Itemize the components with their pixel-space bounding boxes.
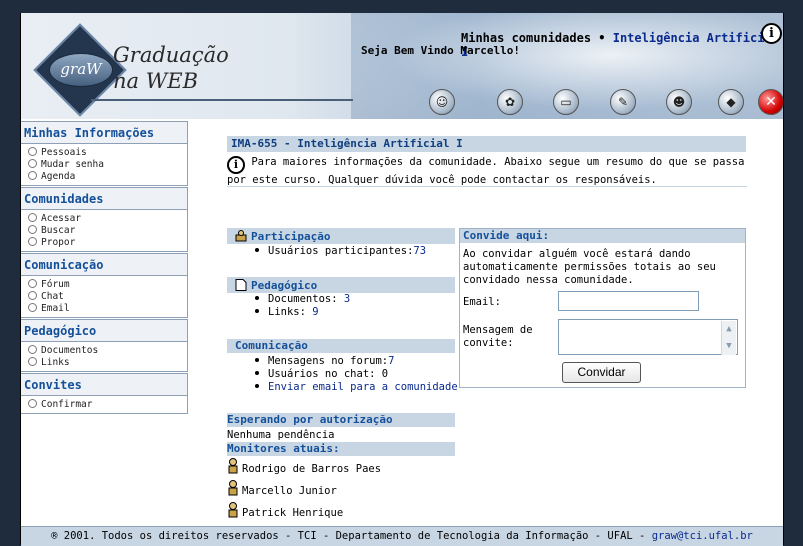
- book-icon[interactable]: ◆: [718, 89, 744, 115]
- breadcrumb-separator: •: [591, 31, 613, 45]
- email-field[interactable]: [558, 291, 699, 311]
- people-icon[interactable]: ✿: [497, 89, 523, 115]
- documents-count-link[interactable]: 3: [344, 293, 350, 305]
- email-label: Email:: [463, 296, 501, 308]
- sidebar-section-title: Comunidades: [21, 188, 187, 210]
- logo-title-line1: Graduação: [113, 43, 229, 67]
- invite-button[interactable]: Convidar: [562, 362, 641, 383]
- person-icon: [228, 458, 238, 474]
- info-icon[interactable]: i: [761, 23, 782, 44]
- radio-bullet-icon: [28, 147, 37, 156]
- sidebar-section-pedagogico: Pedagógico Documentos Links: [21, 319, 188, 372]
- participants-item: Usuários participantes:73: [255, 246, 426, 257]
- board-icon[interactable]: ▭: [553, 89, 579, 115]
- community-icon[interactable]: ☺: [429, 89, 455, 115]
- page-title: IMA-655 - Inteligência Artificial I: [227, 136, 746, 152]
- close-icon[interactable]: ✕: [758, 89, 783, 115]
- radio-bullet-icon: [28, 345, 37, 354]
- message-textarea[interactable]: ▲ ▼: [558, 319, 738, 355]
- toolbar: ☺ ✿ ▭ ✎ ☻ ◆ ✕: [21, 89, 783, 115]
- sidebar-item-forum[interactable]: Fórum: [28, 279, 187, 291]
- links-item: Links: 9: [255, 307, 319, 318]
- sidebar-item-buscar[interactable]: Buscar: [28, 225, 187, 237]
- participacao-header: Participação: [227, 228, 455, 244]
- sidebar-section-title: Convites: [21, 374, 187, 396]
- radio-bullet-icon: [28, 225, 37, 234]
- intro-text: i Para maiores informações da comunidade…: [227, 156, 747, 187]
- email-item: Enviar email para a comunidade: [255, 382, 458, 393]
- page-frame: graW Graduação na WEB Minhas comunidades…: [20, 13, 784, 546]
- radio-bullet-icon: [28, 357, 37, 366]
- sidebar-item-pessoais[interactable]: Pessoais: [28, 147, 187, 159]
- sidebar-item-mudar-senha[interactable]: Mudar senha: [28, 159, 187, 171]
- pending-value: Nenhuma pendência: [227, 429, 335, 441]
- sidebar-section-title: Minhas Informações: [21, 122, 187, 144]
- invite-text: Ao convidar alguém você estará dando aut…: [463, 248, 716, 286]
- radio-bullet-icon: [28, 399, 37, 408]
- sidebar-section-minhas-informacoes: Minhas Informações Pessoais Mudar senha …: [21, 121, 188, 186]
- welcome-message: Seja Bem Vindo Marcello!: [361, 44, 520, 57]
- person-icon: [228, 480, 238, 496]
- radio-bullet-icon: [28, 237, 37, 246]
- textarea-scrollbar[interactable]: ▲ ▼: [721, 321, 736, 355]
- sidebar-item-confirmar[interactable]: Confirmar: [28, 399, 187, 411]
- document-icon: [235, 279, 247, 291]
- participants-count-link[interactable]: 73: [413, 245, 426, 257]
- sidebar-item-documentos[interactable]: Documentos: [28, 345, 187, 357]
- intro-line-2: por este curso. Qualquer dúvida você pod…: [227, 174, 657, 186]
- group-icon: [235, 230, 247, 242]
- forum-item: Mensagens no forum:7: [255, 356, 394, 367]
- scroll-up-icon[interactable]: ▲: [722, 321, 736, 338]
- monitor-item: Rodrigo de Barros Paes: [227, 458, 381, 476]
- info-icon: i: [227, 156, 245, 174]
- esperando-header: Esperando por autorização: [227, 413, 455, 427]
- send-email-link[interactable]: Enviar email para a comunidade: [268, 381, 458, 393]
- sidebar-section-title: Comunicação: [21, 254, 187, 276]
- sidebar-section-comunicacao: Comunicação Fórum Chat Email: [21, 253, 188, 318]
- sidebar-item-links[interactable]: Links: [28, 357, 187, 369]
- pedagogico-header: Pedagógico: [227, 277, 455, 293]
- radio-bullet-icon: [28, 171, 37, 180]
- monitor-item: Patrick Henrique: [227, 502, 343, 520]
- message-label: Mensagem de convite:: [463, 324, 533, 349]
- chat-item: Usuários no chat: 0: [255, 369, 388, 380]
- radio-bullet-icon: [28, 303, 37, 312]
- sidebar-section-title: Pedagógico: [21, 320, 187, 342]
- footer-text: ® 2001. Todos os direitos reservados - T…: [51, 530, 652, 542]
- sidebar-section-convites: Convites Confirmar: [21, 373, 188, 414]
- documents-item: Documentos: 3: [255, 294, 350, 305]
- intro-line-1: Para maiores informações da comunidade. …: [251, 156, 745, 168]
- radio-bullet-icon: [28, 213, 37, 222]
- sidebar-item-agenda[interactable]: Agenda: [28, 171, 187, 183]
- sidebar-item-email[interactable]: Email: [28, 303, 187, 315]
- radio-bullet-icon: [28, 291, 37, 300]
- sidebar-item-propor[interactable]: Propor: [28, 237, 187, 249]
- sidebar-section-comunidades: Comunidades Acessar Buscar Propor: [21, 187, 188, 252]
- invite-box: Convide aqui: Ao convidar alguém você es…: [459, 228, 746, 388]
- person-icon: [228, 502, 238, 518]
- sidebar-item-acessar[interactable]: Acessar: [28, 213, 187, 225]
- footer-email-link[interactable]: graw@tci.ufal.br: [652, 530, 753, 542]
- sidebar-item-chat[interactable]: Chat: [28, 291, 187, 303]
- forum-count-link[interactable]: 7: [388, 355, 394, 367]
- sidebar: Minhas Informações Pessoais Mudar senha …: [21, 121, 188, 415]
- radio-bullet-icon: [28, 159, 37, 168]
- communities-label[interactable]: Minhas comunidades: [461, 31, 591, 45]
- divider: [227, 186, 747, 187]
- monitor-item: Marcello Junior: [227, 480, 337, 498]
- comunicacao-header: Comunicação: [227, 339, 455, 353]
- footer: ® 2001. Todos os direitos reservados - T…: [21, 526, 783, 546]
- scroll-down-icon[interactable]: ▼: [722, 338, 736, 355]
- user-icon[interactable]: ☻: [666, 89, 692, 115]
- radio-bullet-icon: [28, 279, 37, 288]
- notes-icon[interactable]: ✎: [610, 89, 636, 115]
- monitores-header: Monitores atuais:: [227, 442, 455, 456]
- header: graW Graduação na WEB Minhas comunidades…: [21, 13, 783, 119]
- links-count-link[interactable]: 9: [312, 306, 318, 318]
- logo-badge: graW: [49, 53, 113, 87]
- invite-header: Convide aqui:: [460, 229, 745, 243]
